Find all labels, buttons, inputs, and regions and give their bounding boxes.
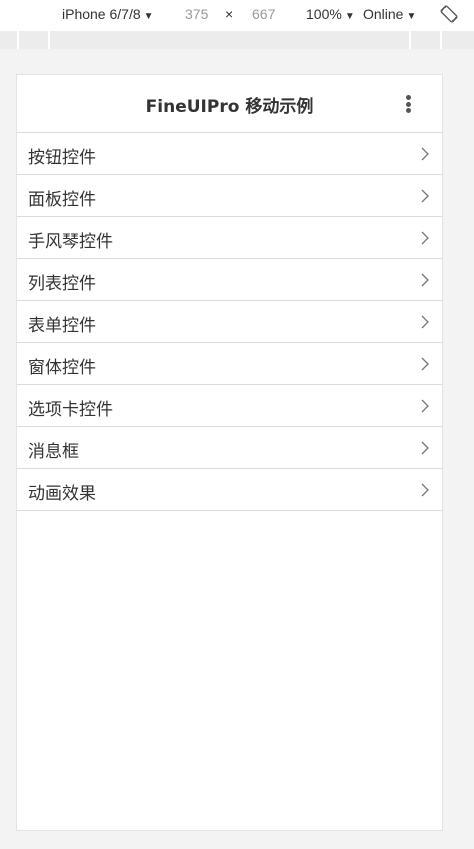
- menu-item-label: 面板控件: [28, 190, 96, 210]
- device-select[interactable]: iPhone 6/7/8 ▼: [62, 6, 154, 22]
- menu-item-label: 列表控件: [28, 274, 96, 294]
- menu-list: 按钮控件面板控件手风琴控件列表控件表单控件窗体控件选项卡控件消息框动画效果: [17, 133, 442, 511]
- menu-item[interactable]: 窗体控件: [17, 343, 442, 385]
- more-vertical-icon[interactable]: [406, 95, 412, 113]
- device-viewport: FineUIPro 移动示例 按钮控件面板控件手风琴控件列表控件表单控件窗体控件…: [16, 74, 443, 831]
- chevron-right-icon: [421, 357, 429, 371]
- chevron-right-icon: [421, 147, 429, 161]
- network-label: Online: [363, 6, 404, 22]
- caret-down-icon: ▼: [143, 11, 154, 22]
- app-header: FineUIPro 移动示例: [17, 75, 442, 133]
- menu-item[interactable]: 动画效果: [17, 469, 442, 511]
- ruler-segment[interactable]: [19, 31, 50, 49]
- chevron-right-icon: [421, 273, 429, 287]
- zoom-select[interactable]: 100% ▼: [306, 6, 355, 22]
- chevron-right-icon: [421, 189, 429, 203]
- devtools-toolbar: iPhone 6/7/8 ▼ 375 × 667 100% ▼ Online ▼: [0, 0, 474, 31]
- width-input[interactable]: 375: [185, 6, 208, 22]
- menu-item[interactable]: 选项卡控件: [17, 385, 442, 427]
- menu-item[interactable]: 表单控件: [17, 301, 442, 343]
- height-input[interactable]: 667: [252, 6, 275, 22]
- rotate-icon[interactable]: [440, 5, 458, 23]
- chevron-right-icon: [421, 231, 429, 245]
- dimension-separator: ×: [225, 6, 234, 22]
- menu-item-label: 选项卡控件: [28, 400, 113, 420]
- menu-item[interactable]: 面板控件: [17, 175, 442, 217]
- menu-item[interactable]: 按钮控件: [17, 133, 442, 175]
- menu-item-label: 窗体控件: [28, 358, 96, 378]
- chevron-right-icon: [421, 399, 429, 413]
- caret-down-icon: ▼: [344, 11, 355, 22]
- chevron-right-icon: [421, 483, 429, 497]
- menu-item-label: 手风琴控件: [28, 232, 113, 252]
- menu-item-label: 消息框: [28, 442, 79, 462]
- device-label: iPhone 6/7/8: [62, 6, 141, 22]
- menu-item[interactable]: 手风琴控件: [17, 217, 442, 259]
- ruler-segment[interactable]: [411, 31, 442, 49]
- ruler-segment[interactable]: [50, 31, 411, 49]
- chevron-right-icon: [421, 315, 429, 329]
- ruler-segment[interactable]: [442, 31, 474, 49]
- media-query-ruler: [0, 31, 474, 49]
- menu-item-label: 动画效果: [28, 484, 96, 504]
- menu-item-label: 按钮控件: [28, 148, 96, 168]
- caret-down-icon: ▼: [406, 11, 417, 22]
- chevron-right-icon: [421, 441, 429, 455]
- menu-item[interactable]: 列表控件: [17, 259, 442, 301]
- network-throttle-select[interactable]: Online ▼: [363, 6, 416, 22]
- menu-item-label: 表单控件: [28, 316, 96, 336]
- page-title: FineUIPro 移动示例: [145, 97, 314, 117]
- zoom-label: 100%: [306, 6, 342, 22]
- ruler-segment[interactable]: [0, 31, 19, 49]
- menu-item[interactable]: 消息框: [17, 427, 442, 469]
